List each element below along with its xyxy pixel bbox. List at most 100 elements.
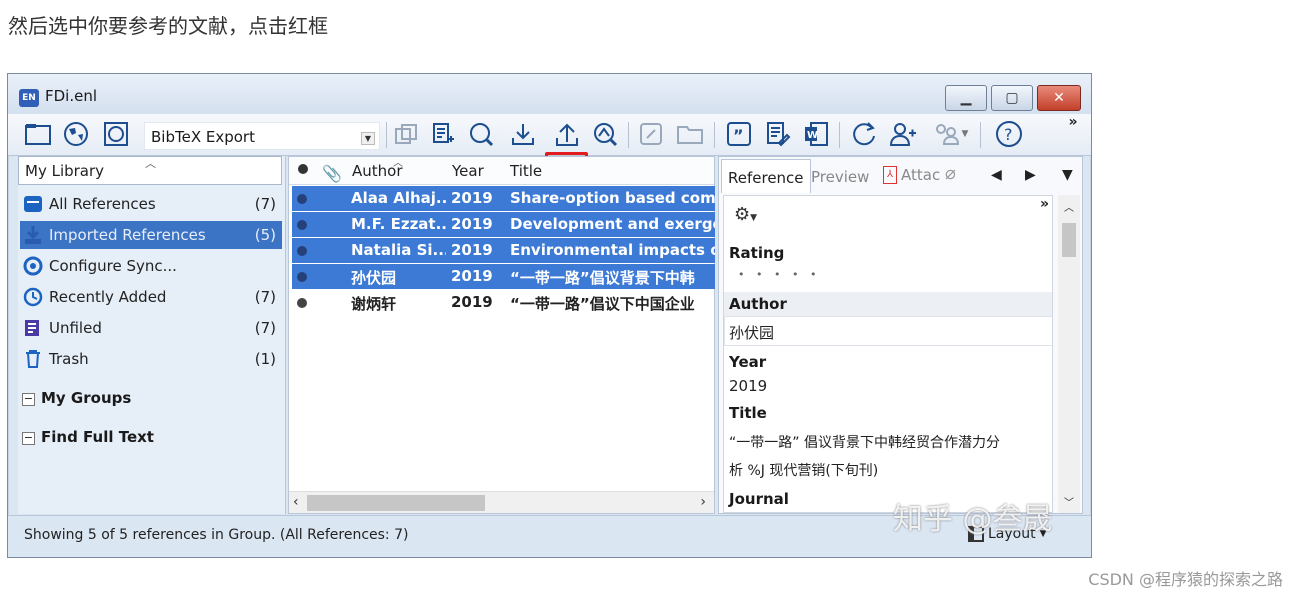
- format-bibliography-button[interactable]: [763, 119, 793, 149]
- scroll-up-icon[interactable]: ︿: [1064, 199, 1074, 214]
- sync-button[interactable]: [848, 119, 880, 149]
- year-value[interactable]: 2019: [729, 377, 767, 395]
- scroll-right-icon[interactable]: ›: [700, 494, 706, 510]
- minimize-button[interactable]: ▁: [945, 85, 987, 111]
- status-text: Showing 5 of 5 references in Group. (All…: [24, 527, 409, 543]
- section-find-full-text[interactable]: − Find Full Text: [22, 428, 154, 446]
- clock-icon: [23, 287, 43, 307]
- title-value-line-1[interactable]: “一带一路” 倡议背景下中韩经贸合作潜力分: [729, 432, 1000, 452]
- find-full-text-icon: [594, 123, 618, 147]
- endnote-window: EN FDi.enl ▁ ▢ ✕ BibTeX Export ▼ ” W ▼ ?…: [7, 73, 1092, 558]
- insert-citation-button[interactable]: ”: [724, 119, 754, 149]
- close-icon: ✕: [1053, 90, 1065, 106]
- close-button[interactable]: ✕: [1037, 85, 1081, 111]
- author-value: 孙伏园: [729, 324, 775, 342]
- reference-row[interactable]: Natalia Si... 2019 Environmental impacts…: [292, 238, 715, 263]
- group-imported-references[interactable]: Imported References (5): [20, 221, 282, 249]
- paperclip-icon[interactable]: ⌀: [945, 163, 956, 184]
- import-button[interactable]: [508, 119, 538, 149]
- reference-title: Share-option based compe: [510, 189, 715, 207]
- local-library-mode-button[interactable]: [22, 119, 54, 149]
- toolbar-overflow-button[interactable]: »: [1063, 114, 1083, 130]
- groups-panel: My Library ︿ All References (7) Imported…: [18, 156, 286, 514]
- reference-author: 谢炳轩: [351, 295, 397, 313]
- window-title: FDi.enl: [45, 87, 98, 105]
- group-recently-added[interactable]: Recently Added (7): [20, 283, 282, 311]
- group-share-button[interactable]: ▼: [928, 119, 972, 149]
- previous-icon[interactable]: ◀: [991, 167, 1002, 183]
- scroll-left-icon[interactable]: ‹: [293, 494, 299, 510]
- year-column-header[interactable]: Year: [452, 162, 484, 180]
- integrated-library-mode-button[interactable]: [100, 119, 132, 149]
- link-icon: [640, 123, 662, 145]
- reference-row[interactable]: 谢炳轩 2019 “一带一路”倡议下中国企业: [292, 290, 715, 315]
- title-bar: EN FDi.enl ▁ ▢ ✕: [8, 74, 1091, 114]
- help-button[interactable]: ?: [993, 119, 1025, 149]
- settings-icon[interactable]: ⚙▼: [734, 204, 757, 225]
- tab-attached-pdfs[interactable]: ⅄ Attac: [877, 159, 946, 193]
- read-status-icon: [297, 194, 307, 204]
- toolbar-separator: [980, 122, 981, 148]
- scroll-thumb[interactable]: [307, 495, 485, 511]
- scroll-thumb[interactable]: [1062, 223, 1076, 257]
- reference-fields-pane: ⚙▼ » Rating • • • • • Author 孙伏园 Year 20…: [723, 195, 1053, 513]
- scroll-down-icon[interactable]: ﹀: [1064, 494, 1074, 509]
- new-reference-icon: [433, 123, 454, 143]
- panel-menu-icon[interactable]: ▼: [1062, 167, 1073, 183]
- reference-row[interactable]: Alaa Alhaj... 2019 Share-option based co…: [292, 186, 715, 211]
- title-column-header[interactable]: Title: [510, 162, 542, 180]
- folder-open-icon: [677, 126, 703, 144]
- reference-row[interactable]: M.F. Ezzat... 2019 Development and exerg…: [292, 212, 715, 237]
- group-all-references[interactable]: All References (7): [20, 190, 282, 218]
- output-style-select[interactable]: BibTeX Export ▼: [144, 122, 380, 150]
- collapse-icon[interactable]: −: [22, 432, 35, 445]
- group-unfiled[interactable]: Unfiled (7): [20, 314, 282, 342]
- tab-preview[interactable]: Preview: [805, 159, 875, 193]
- open-link-button[interactable]: [636, 119, 666, 149]
- read-status-column-header[interactable]: [297, 161, 309, 179]
- return-to-word-button[interactable]: W: [801, 119, 831, 149]
- open-file-button[interactable]: [674, 119, 706, 149]
- group-configure-sync[interactable]: Configure Sync...: [20, 252, 282, 280]
- section-label: Find Full Text: [41, 428, 154, 446]
- export-button[interactable]: [551, 119, 583, 149]
- new-reference-button[interactable]: [428, 119, 458, 149]
- sort-up-icon: ︿: [145, 157, 156, 170]
- collapse-icon[interactable]: −: [22, 393, 35, 406]
- section-my-groups[interactable]: − My Groups: [22, 389, 131, 407]
- export-icon: [556, 123, 578, 146]
- chevron-down-icon: ▼: [961, 129, 969, 139]
- tab-reference[interactable]: Reference: [721, 159, 811, 193]
- online-search-button[interactable]: [466, 119, 496, 149]
- reference-detail-panel: Reference Preview ⅄ Attac ⌀ ◀ ▶ ▼ ⚙▼ » R…: [718, 156, 1083, 514]
- library-header[interactable]: My Library ︿: [18, 156, 282, 185]
- collapse-toolbar-icon[interactable]: »: [1040, 196, 1049, 212]
- detail-vscrollbar[interactable]: ︿ ﹀: [1058, 195, 1080, 513]
- output-style-value: BibTeX Export: [151, 128, 255, 146]
- reference-year: 2019: [451, 293, 493, 311]
- share-button[interactable]: [888, 119, 918, 149]
- rating-stars[interactable]: • • • • •: [738, 268, 820, 281]
- maximize-button[interactable]: ▢: [991, 85, 1033, 111]
- reference-author: M.F. Ezzat...: [351, 215, 446, 233]
- chevron-down-icon: ▼: [360, 132, 375, 145]
- online-search-mode-button[interactable]: [60, 119, 92, 149]
- zhihu-watermark: 知乎 @叁晟: [893, 502, 1053, 537]
- reference-list-header: 📎 Author ︿ Year Title: [289, 157, 714, 185]
- reference-row[interactable]: 孙伏园 2019 “一带一路”倡议背景下中韩: [292, 264, 715, 289]
- group-trash[interactable]: Trash (1): [20, 345, 282, 373]
- paperclip-icon: 📎: [322, 164, 342, 183]
- next-icon[interactable]: ▶: [1025, 167, 1036, 183]
- title-value-line-2[interactable]: 析 %J 现代营销(下旬刊): [729, 460, 878, 480]
- find-full-text-button[interactable]: [590, 119, 620, 149]
- section-label: My Groups: [41, 389, 132, 407]
- csdn-watermark: CSDN @程序猿的探索之路: [1088, 570, 1283, 589]
- help-icon: ?: [996, 121, 1022, 147]
- copy-to-library-button[interactable]: [391, 119, 421, 149]
- reference-year: 2019: [451, 267, 493, 285]
- group-count: (5): [254, 226, 276, 244]
- reference-year: 2019: [451, 189, 493, 207]
- reference-list-hscrollbar[interactable]: ‹ ›: [289, 491, 714, 513]
- group-label: Configure Sync...: [49, 257, 177, 275]
- library-header-label: My Library: [25, 162, 105, 180]
